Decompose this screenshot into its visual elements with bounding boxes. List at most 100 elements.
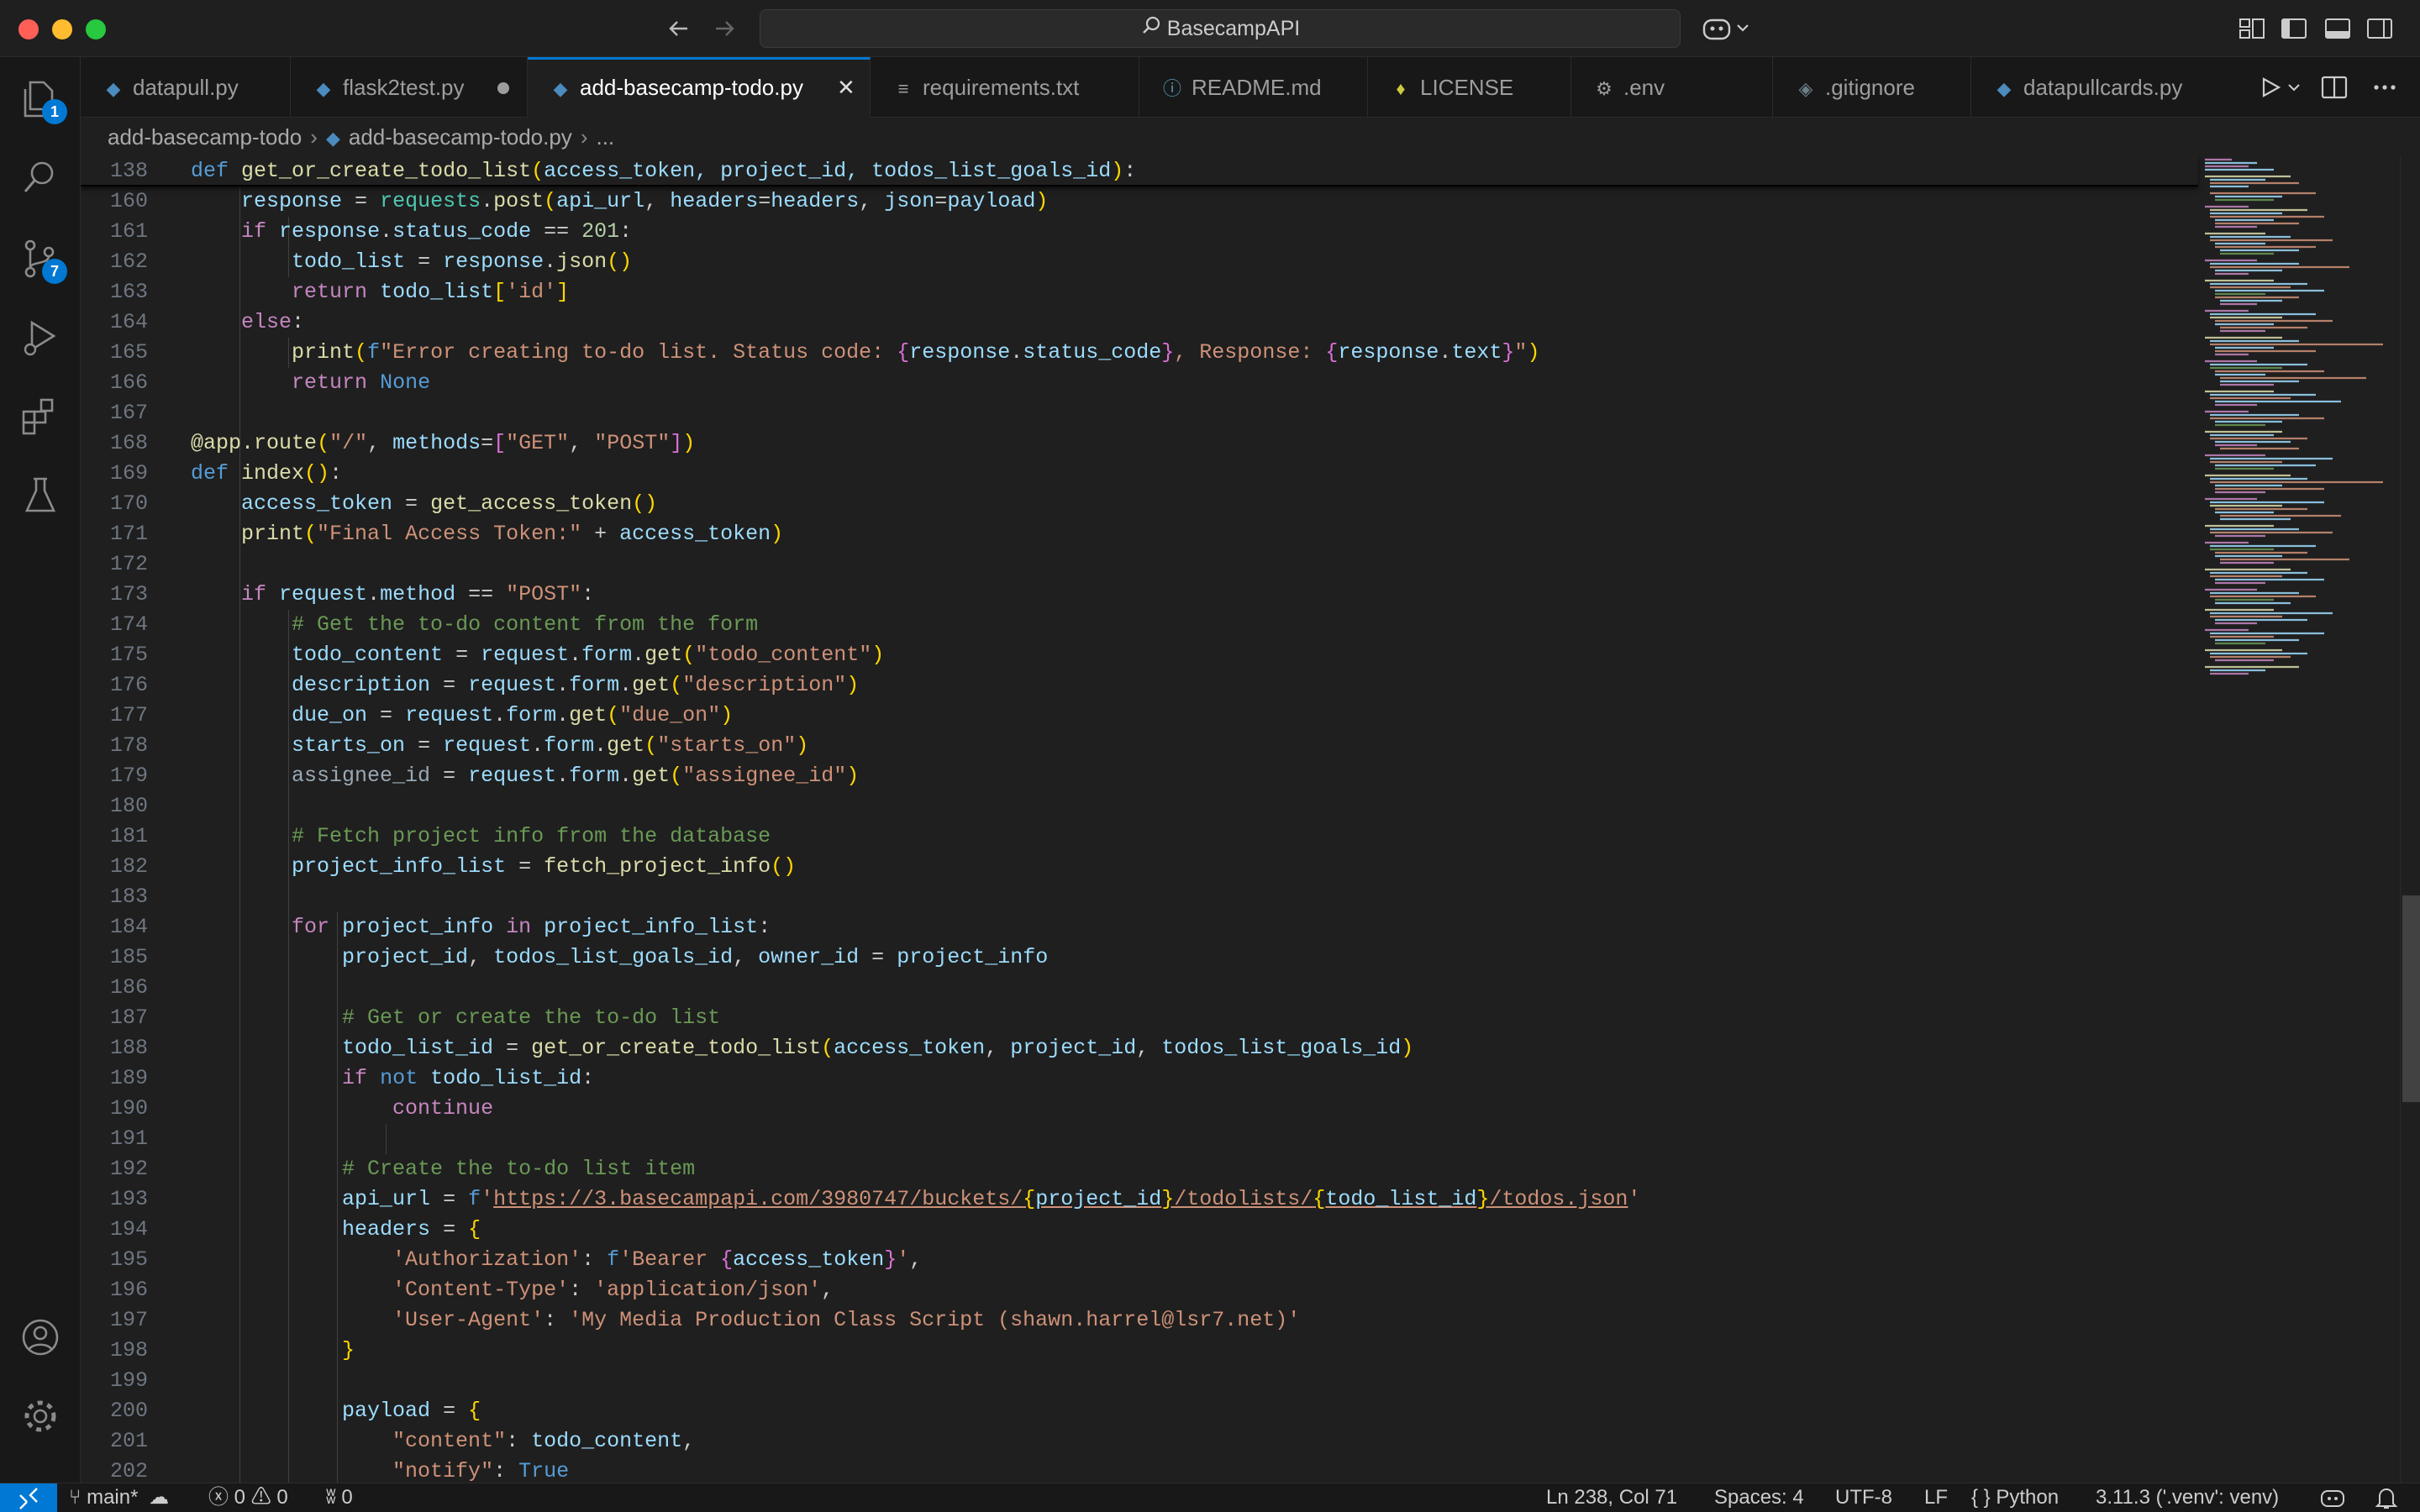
tab-add-basecamp-todo[interactable]: ◆ add-basecamp-todo.py ✕	[528, 57, 871, 118]
activity-bar: 1 7	[0, 57, 81, 1483]
breadcrumb-symbol[interactable]: ...	[596, 124, 614, 150]
code-line: 181 # Fetch project info from the databa…	[109, 824, 771, 848]
code-line: 160 response = requests.post(api_url, he…	[109, 189, 1049, 213]
error-count: 0	[234, 1486, 246, 1509]
error-icon: ⓧ	[208, 1486, 229, 1509]
code-line: 193 api_url = f'https://3.basecampapi.co…	[109, 1187, 1641, 1211]
code-line: 201 "content": todo_content,	[109, 1429, 696, 1453]
branch-label: main*	[87, 1486, 139, 1509]
text-lines-icon: ≡	[897, 78, 909, 99]
code-line: 161 if response.status_code == 201:	[109, 219, 633, 244]
info-icon: ⓘ	[1163, 78, 1182, 99]
notifications-bell-icon[interactable]	[2373, 1483, 2400, 1512]
python-icon: ◆	[553, 78, 568, 99]
code-line: 162 todo_list = response.json()	[109, 249, 633, 274]
ports-status[interactable]: ʬ 0	[326, 1483, 353, 1512]
sticky-scroll-line[interactable]: 138 def get_or_create_todo_list(access_to…	[81, 156, 2198, 186]
code-line: 164 else:	[109, 310, 305, 334]
window-maximize-button[interactable]	[86, 19, 106, 39]
search-icon	[1140, 11, 1162, 48]
breadcrumb-file[interactable]: add-basecamp-todo.py	[349, 124, 572, 150]
code-line: 200 payload = {	[109, 1399, 481, 1423]
run-python-file-icon[interactable]	[2257, 72, 2307, 102]
command-center-search[interactable]: BasecampAPI	[760, 9, 1681, 48]
code-line: 194 headers = {	[109, 1217, 481, 1242]
language-label: Python	[1996, 1486, 2060, 1509]
code-line: 168 @app.route("/", methods=["GET", "POST…	[109, 431, 696, 455]
chevron-right-icon: ›	[310, 124, 318, 150]
copilot-icon[interactable]	[1701, 13, 1753, 44]
vertical-scrollbar[interactable]	[2400, 156, 2420, 1483]
split-editor-icon[interactable]	[2317, 72, 2351, 102]
tab-label: add-basecamp-todo.py	[580, 75, 803, 100]
command-center-label: BasecampAPI	[1166, 17, 1301, 40]
customize-layout-icon[interactable]	[2235, 13, 2269, 44]
broadcast-icon: ʬ	[326, 1486, 336, 1509]
code-line: 169 def index():	[109, 461, 343, 486]
accounts-icon[interactable]	[18, 1315, 62, 1359]
code-line: 176 description = request.form.get("desc…	[109, 673, 860, 697]
code-area[interactable]: 138 def get_or_create_todo_list(access_to…	[81, 156, 2198, 1483]
sync-cloud-icon[interactable]: ☁	[149, 1486, 169, 1509]
manage-gear-icon[interactable]	[18, 1394, 62, 1438]
code-line: 188 todo_list_id = get_or_create_todo_li…	[109, 1036, 1414, 1060]
python-icon: ◆	[106, 78, 121, 99]
copilot-status-icon[interactable]	[2319, 1483, 2346, 1512]
go-forward-icon[interactable]	[708, 12, 741, 45]
encoding-status[interactable]: UTF-8	[1835, 1483, 1892, 1512]
title-bar: BasecampAPI	[0, 0, 2420, 57]
tab-datapullcards[interactable]: ◆ datapullcards.py	[1971, 57, 2223, 118]
git-branch-icon: ⑂	[69, 1486, 82, 1509]
toggle-primary-sidebar-icon[interactable]	[2277, 13, 2311, 44]
go-back-icon[interactable]	[662, 12, 696, 45]
indentation-status[interactable]: Spaces: 4	[1714, 1483, 1804, 1512]
testing-flask-icon[interactable]	[18, 474, 62, 517]
scrollbar-thumb[interactable]	[2402, 895, 2420, 1102]
window-close-button[interactable]	[18, 19, 39, 39]
url-link[interactable]: https://3.basecampapi.com/3980747/bucket…	[493, 1187, 1628, 1211]
search-icon[interactable]	[18, 156, 62, 200]
remote-indicator-icon[interactable]	[0, 1483, 57, 1512]
problems-status[interactable]: ⓧ 0 ⚠ 0	[208, 1483, 288, 1512]
close-icon[interactable]: ✕	[837, 60, 855, 115]
language-mode[interactable]: { } Python	[1971, 1483, 2059, 1512]
license-icon: ♦	[1396, 78, 1406, 99]
explorer-icon[interactable]: 1	[18, 77, 67, 124]
code-line: 177 due_on = request.form.get("due_on")	[109, 703, 734, 727]
branch-status[interactable]: ⑂ main* ☁	[69, 1483, 169, 1512]
python-icon: ◆	[325, 128, 340, 149]
window-minimize-button[interactable]	[52, 19, 72, 39]
explorer-badge: 1	[42, 99, 67, 124]
extensions-icon[interactable]	[18, 395, 62, 438]
tab-gitignore[interactable]: ◈ .gitignore	[1773, 57, 1971, 118]
code-line: 184 for project_info in project_info_lis…	[109, 915, 771, 939]
minimap[interactable]	[2198, 156, 2400, 1483]
warning-count: 0	[276, 1486, 288, 1509]
source-control-icon[interactable]: 7	[18, 237, 67, 284]
code-editor[interactable]: 138 def get_or_create_todo_list(access_to…	[81, 156, 2420, 1483]
python-interpreter[interactable]: 3.11.3 ('.venv': venv)	[2096, 1483, 2279, 1512]
tab-datapull[interactable]: ◆ datapull.py	[81, 57, 291, 118]
run-and-debug-icon[interactable]	[18, 316, 62, 360]
cursor-position[interactable]: Ln 238, Col 71	[1546, 1483, 1677, 1512]
more-actions-icon[interactable]	[2368, 72, 2402, 102]
toggle-secondary-sidebar-icon[interactable]	[2363, 13, 2396, 44]
code-line: 195 'Authorization': f'Bearer {access_to…	[109, 1247, 923, 1272]
code-line: 192 # Create the to-do list item	[109, 1157, 696, 1181]
tab-label: datapullcards.py	[2023, 75, 2183, 100]
toggle-panel-icon[interactable]	[2321, 13, 2354, 44]
warning-icon: ⚠	[250, 1486, 271, 1509]
code-line: 185 project_id, todos_list_goals_id, own…	[109, 945, 1049, 969]
breadcrumb-folder[interactable]: add-basecamp-todo	[108, 124, 302, 150]
editor-tab-bar: ◆ datapull.py ◆ flask2test.py ◆ add-basecam…	[81, 57, 2420, 118]
unsaved-dot-icon	[497, 82, 509, 94]
tab-label: requirements.txt	[923, 75, 1080, 100]
eol-status[interactable]: LF	[1924, 1483, 1948, 1512]
code-line: 171 print("Final Access Token:" + access…	[109, 522, 784, 546]
tab-env[interactable]: ⚙ .env	[1571, 57, 1773, 118]
code-line: 202 "notify": True	[109, 1459, 570, 1483]
tab-flask2test[interactable]: ◆ flask2test.py	[291, 57, 528, 118]
tab-license[interactable]: ♦ LICENSE	[1368, 57, 1571, 118]
tab-readme[interactable]: ⓘ README.md	[1139, 57, 1368, 118]
tab-requirements[interactable]: ≡ requirements.txt	[871, 57, 1139, 118]
